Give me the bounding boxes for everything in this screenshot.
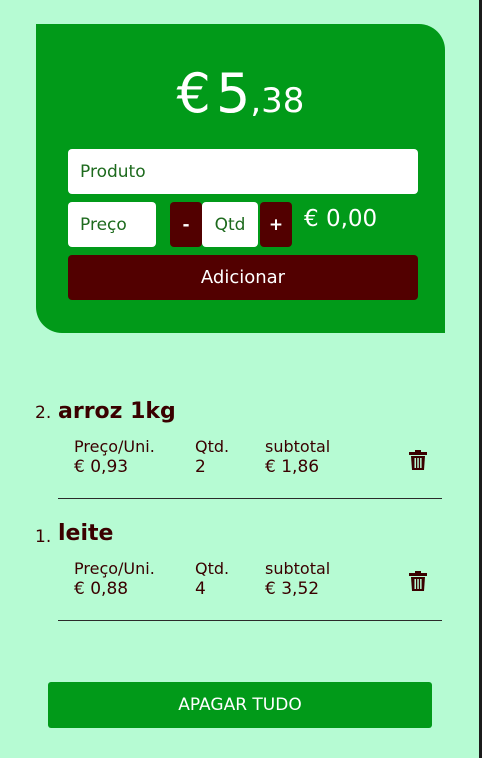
product-input[interactable]: Produto — [68, 149, 418, 194]
total-currency: € — [176, 62, 211, 125]
item-name: leite — [58, 521, 114, 546]
item-index: 2. — [35, 403, 52, 423]
add-button[interactable]: Adicionar — [68, 255, 418, 300]
total-cents: ,38 — [250, 81, 305, 121]
clear-all-label: APAGAR TUDO — [178, 695, 302, 715]
trash-icon[interactable] — [407, 448, 429, 472]
add-label: Adicionar — [200, 267, 286, 288]
unit-price-value: € 0,93 — [74, 457, 129, 477]
unit-price-value: € 0,88 — [74, 579, 129, 599]
product-placeholder: Produto — [80, 161, 146, 182]
price-placeholder: Preço — [80, 214, 127, 235]
minus-label: - — [182, 214, 190, 235]
subtotal-value: € 1,86 — [265, 457, 320, 477]
total-integer: 5 — [216, 62, 251, 125]
qty-value: 2 — [195, 457, 206, 477]
qty-label: Qtd. — [195, 559, 230, 578]
qty-decrement-button[interactable]: - — [170, 202, 202, 247]
clear-all-button[interactable]: APAGAR TUDO — [48, 682, 432, 728]
unit-price-label: Preço/Uni. — [74, 437, 155, 456]
grand-total: € 5,38 — [36, 62, 445, 125]
qty-value: 4 — [195, 579, 206, 599]
plus-label: + — [268, 214, 284, 235]
qty-increment-button[interactable]: + — [260, 202, 292, 247]
item-name: arroz 1kg — [58, 399, 176, 424]
summary-card: € 5,38 Produto Preço - Qtd + € 0,00 Adic… — [36, 24, 445, 333]
line-total: € 0,00 — [304, 206, 378, 232]
price-input[interactable]: Preço — [68, 202, 156, 247]
trash-icon[interactable] — [407, 569, 429, 593]
qty-placeholder: Qtd — [214, 214, 246, 235]
unit-price-label: Preço/Uni. — [74, 559, 155, 578]
item-divider — [58, 620, 442, 621]
qty-label: Qtd. — [195, 437, 230, 456]
item-divider — [58, 498, 442, 499]
item-index: 1. — [35, 527, 52, 547]
subtotal-value: € 3,52 — [265, 579, 320, 599]
qty-input[interactable]: Qtd — [202, 202, 258, 247]
subtotal-label: subtotal — [265, 559, 331, 578]
subtotal-label: subtotal — [265, 437, 331, 456]
